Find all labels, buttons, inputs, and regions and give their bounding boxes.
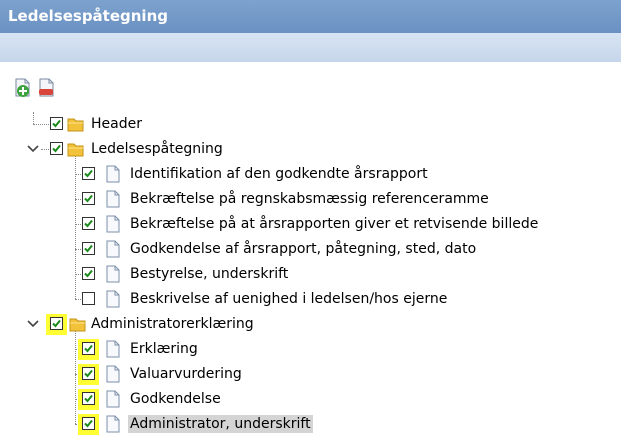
tree-node-label: Godkendelse	[130, 391, 221, 407]
checkmark-icon	[84, 194, 93, 203]
chevron-down-icon[interactable]	[26, 317, 40, 331]
checkmark-icon	[52, 144, 61, 153]
checkmark-icon	[84, 169, 93, 178]
tree-node-child[interactable]: Valuarvurdering	[0, 362, 621, 387]
document-icon	[106, 265, 120, 283]
checkbox[interactable]	[82, 367, 95, 380]
checkbox[interactable]	[50, 142, 63, 155]
document-icon	[106, 415, 120, 433]
tree-line	[41, 149, 49, 150]
checkbox[interactable]	[82, 342, 95, 355]
remove-item-button[interactable]	[36, 77, 58, 99]
document-add-icon	[15, 78, 30, 97]
tree-node-label-selected: Administrator, underskrift	[128, 415, 313, 433]
tree-node-label: Bestyrelse, underskrift	[130, 266, 289, 282]
tree-node-label: Erklæring	[130, 341, 198, 357]
window-title: Ledelsespåtegning	[0, 0, 621, 33]
tree-node-child[interactable]: Identifikation af den godkendte årsrappo…	[0, 162, 621, 187]
tree-node-label: Godkendelse af årsrapport, påtegning, st…	[130, 241, 477, 257]
add-item-button[interactable]	[12, 77, 34, 99]
document-icon	[106, 340, 120, 358]
tree-node-label: Ledelsespåtegning	[91, 141, 223, 157]
checkbox[interactable]	[82, 192, 95, 205]
document-icon	[106, 165, 120, 183]
checkbox[interactable]	[50, 317, 63, 330]
checkmark-icon	[84, 394, 93, 403]
checkbox[interactable]	[82, 267, 95, 280]
tree-node-child[interactable]: Bekræftelse på at årsrapporten giver et …	[0, 212, 621, 237]
checkbox[interactable]	[50, 117, 63, 130]
checkbox[interactable]	[82, 167, 95, 180]
document-icon	[106, 190, 120, 208]
tree-node-header[interactable]: Header	[0, 112, 621, 137]
folder-icon	[69, 318, 86, 332]
tree-node-child[interactable]: Godkendelse af årsrapport, påtegning, st…	[0, 237, 621, 262]
tree-node-label: Identifikation af den godkendte årsrappo…	[130, 166, 428, 182]
checkmark-icon	[84, 419, 93, 428]
tree-node-child[interactable]: Beskrivelse af uenighed i ledelsen/hos e…	[0, 287, 621, 312]
checkbox[interactable]	[82, 217, 95, 230]
document-remove-icon	[39, 78, 54, 97]
tree-node-child[interactable]: Erklæring	[0, 337, 621, 362]
document-icon	[106, 390, 120, 408]
tree-node-child[interactable]: Administrator, underskrift	[0, 412, 621, 437]
window-subheader-bar	[0, 33, 621, 62]
tree-node-ledelsespaategning[interactable]: Ledelsespåtegning	[0, 137, 621, 162]
checkmark-icon	[52, 119, 61, 128]
tree-node-administratorerklaering[interactable]: Administratorerklæring	[0, 312, 621, 337]
checkmark-icon	[84, 369, 93, 378]
document-icon	[106, 290, 120, 308]
checkmark-icon	[84, 269, 93, 278]
checkmark-icon	[84, 244, 93, 253]
folder-icon	[67, 118, 84, 132]
chevron-down-icon[interactable]	[26, 142, 40, 156]
tree-node-child[interactable]: Bestyrelse, underskrift	[0, 262, 621, 287]
tree-node-label: Beskrivelse af uenighed i ledelsen/hos e…	[130, 291, 448, 307]
toolbar	[0, 62, 621, 108]
checkmark-icon	[84, 344, 93, 353]
checkbox[interactable]	[82, 392, 95, 405]
tree-node-label: Valuarvurdering	[130, 366, 242, 382]
tree-line	[33, 124, 49, 125]
tree-node-label: Header	[91, 116, 142, 132]
checkbox[interactable]	[82, 417, 95, 430]
tree-node-label: Administratorerklæring	[91, 316, 254, 332]
document-icon	[106, 365, 120, 383]
folder-icon	[67, 143, 84, 157]
checkmark-icon	[52, 319, 61, 328]
checkbox[interactable]	[82, 242, 95, 255]
document-icon	[106, 215, 120, 233]
tree-node-label: Bekræftelse på at årsrapporten giver et …	[130, 216, 539, 232]
document-icon	[106, 240, 120, 258]
tree-node-label: Bekræftelse på regnskabsmæssig reference…	[130, 191, 489, 207]
checkmark-icon	[84, 219, 93, 228]
tree-node-child[interactable]: Godkendelse	[0, 387, 621, 412]
tree-view: Header Ledelsespåtegning Identifikation …	[0, 112, 621, 442]
tree-node-child[interactable]: Bekræftelse på regnskabsmæssig reference…	[0, 187, 621, 212]
checkbox[interactable]	[82, 292, 95, 305]
